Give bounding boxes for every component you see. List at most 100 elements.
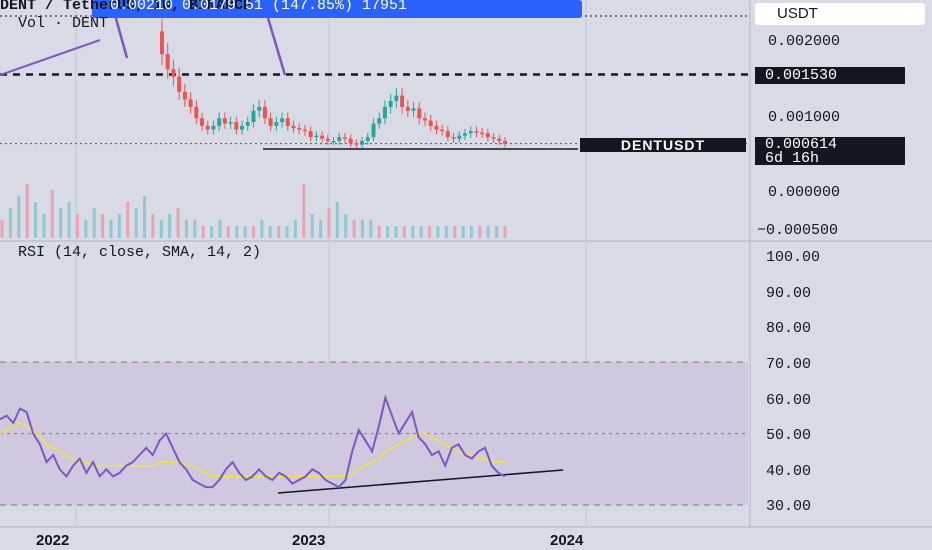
- candle-body: [445, 131, 450, 138]
- volume-bar: [193, 220, 197, 238]
- candle-body: [360, 140, 365, 145]
- volume-bar: [419, 226, 423, 238]
- candle-body: [497, 138, 502, 141]
- candle-body: [503, 140, 507, 144]
- candle-body: [451, 137, 456, 139]
- rsi-tick-30: 30.00: [766, 498, 811, 515]
- volume-bar: [75, 214, 79, 238]
- volume-bar: [92, 208, 96, 238]
- candle-body: [245, 122, 250, 126]
- candle-body: [262, 106, 267, 119]
- candle-body: [331, 140, 336, 143]
- candle-body: [354, 143, 359, 145]
- rsi-tick-70: 70.00: [766, 356, 811, 373]
- rsi-indicator-label[interactable]: RSI (14, close, SMA, 14, 2): [18, 244, 261, 261]
- volume-bar: [503, 226, 507, 238]
- price-pane[interactable]: [0, 0, 750, 240]
- time-tick-2024: 2024: [550, 532, 584, 549]
- rsi-axis-labels: 100.00 90.00 80.00 70.00 60.00 50.00 40.…: [766, 249, 820, 515]
- rsi-tick-60: 60.00: [766, 392, 811, 409]
- volume-bar: [319, 220, 323, 238]
- candle-body: [417, 108, 422, 119]
- price-tick-0: 0.002000: [768, 33, 840, 50]
- volume-bar: [235, 226, 239, 238]
- candle-body: [485, 133, 490, 138]
- candle-body: [171, 69, 176, 77]
- last-price-tag: 0.000614 6d 16h: [755, 137, 905, 167]
- candle-body: [480, 132, 485, 135]
- volume-bar: [402, 226, 406, 238]
- volume-bar: [285, 226, 289, 238]
- volume-bar: [168, 214, 172, 238]
- rsi-tick-100: 100.00: [766, 249, 820, 266]
- volume-bar: [302, 184, 306, 238]
- volume-bar: [478, 226, 482, 238]
- volume-bar: [0, 220, 4, 238]
- candle-body: [411, 108, 416, 111]
- volume-bar: [226, 226, 230, 238]
- volume-bar: [59, 208, 63, 238]
- volume-bar: [327, 208, 331, 238]
- candle-body: [348, 138, 353, 144]
- volume-bar: [25, 184, 29, 238]
- candle-body: [365, 137, 370, 141]
- volume-bar: [8, 208, 12, 238]
- candle-body: [377, 118, 382, 124]
- volume-bar: [176, 208, 180, 238]
- volume-bar: [386, 226, 390, 238]
- candle-body: [457, 135, 462, 139]
- candle-body: [297, 128, 302, 130]
- candle-body: [400, 95, 405, 107]
- volume-bar: [411, 226, 415, 238]
- candle-body: [325, 138, 330, 141]
- candle-body: [405, 106, 410, 111]
- rsi-tick-80: 80.00: [766, 320, 811, 337]
- price-tick-4: 0.000000: [768, 184, 840, 201]
- bar-countdown: 6d 16h: [765, 150, 820, 167]
- volume-bar: [277, 226, 281, 238]
- volume-bar: [495, 226, 499, 238]
- volume-bar: [377, 226, 381, 238]
- volume-bar: [126, 202, 130, 238]
- volume-bar: [268, 226, 272, 238]
- volume-bar: [252, 226, 255, 238]
- candle-body: [320, 135, 325, 139]
- ohlc-values: 0.00210 0.0179 51 (147.85%) 17951: [110, 0, 408, 14]
- volume-bar: [42, 214, 46, 238]
- currency-selector[interactable]: USDT: [755, 3, 925, 25]
- candle-body: [440, 129, 445, 132]
- volume-bar: [428, 226, 432, 238]
- candle-body: [177, 76, 182, 92]
- candle-body: [371, 123, 376, 138]
- candle-body: [257, 106, 262, 111]
- volume-bar: [210, 226, 214, 238]
- price-tick-2: 0.001000: [768, 109, 840, 126]
- volume-bar: [260, 220, 264, 238]
- volume-bar: [17, 196, 21, 238]
- volume-indicator-label[interactable]: Vol · DENT: [18, 15, 108, 32]
- candle-body: [268, 118, 273, 126]
- volume-bar: [67, 202, 71, 238]
- candle-body: [382, 106, 387, 119]
- volume-bar: [84, 220, 88, 238]
- volume-bar: [394, 226, 398, 238]
- volume-bar: [335, 202, 339, 238]
- candle-body: [434, 125, 439, 130]
- volume-bar: [184, 220, 188, 238]
- volume-bar: [486, 226, 490, 238]
- candle-body: [200, 118, 205, 126]
- volume-bar: [101, 214, 105, 238]
- volume-bar: [143, 196, 147, 238]
- candle-body: [251, 110, 256, 123]
- candle-body: [285, 118, 290, 126]
- candle-body: [474, 131, 479, 133]
- volume-bar: [109, 220, 113, 238]
- volume-bar: [436, 226, 440, 238]
- candle-body: [182, 91, 187, 100]
- candle-body: [308, 131, 313, 138]
- volume-bar: [352, 220, 356, 238]
- volume-bar: [444, 226, 448, 238]
- volume-bar: [34, 202, 38, 238]
- rsi-tick-50: 50.00: [766, 427, 811, 444]
- volume-bar: [360, 220, 364, 238]
